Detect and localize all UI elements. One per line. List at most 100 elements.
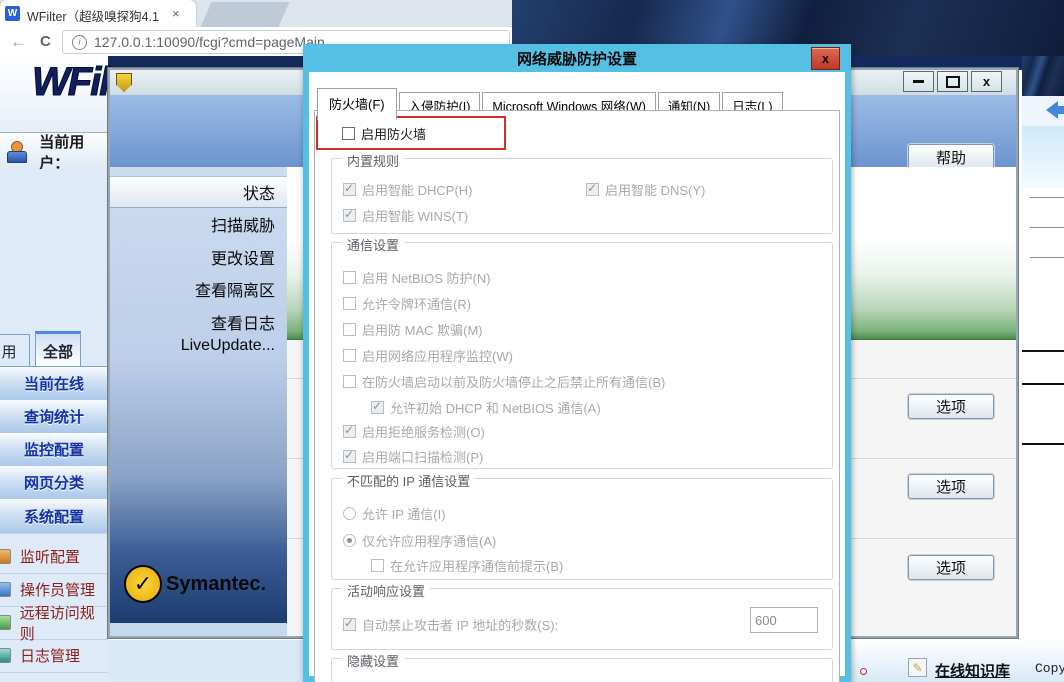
sidebar-item-listen-config[interactable]: 监听配置 [0, 540, 108, 574]
status-dot [860, 668, 867, 675]
sidebar-item-label: 查询统计 [24, 406, 84, 427]
network-app-monitor-checkbox[interactable] [343, 349, 356, 362]
sidebar-tab-all-label: 全部 [43, 341, 73, 362]
sep-menu-logs[interactable]: 查看日志 [110, 310, 287, 334]
maximize-icon [946, 76, 960, 88]
sidebar-item-system-config[interactable]: 系统配置 [0, 499, 108, 534]
sidebar-item-query-stats[interactable]: 查询统计 [0, 400, 108, 434]
browser-tab[interactable]: W WFilter（超级嗅探狗4.1 × [0, 0, 196, 27]
anti-mac-spoofing-checkbox[interactable] [343, 323, 356, 336]
sep-sidebar: 状态 扫描威胁 更改设置 查看隔离区 查看日志 LiveUpdate... ✓ … [110, 167, 287, 623]
reload-button-icon[interactable]: C [40, 33, 51, 50]
port-scan-detection-checkbox[interactable] [343, 450, 356, 463]
checkbox-label[interactable]: 允许初始 DHCP 和 NetBIOS 通信(A) [390, 398, 601, 417]
page-bottom-left [108, 640, 303, 682]
checkbox-label[interactable]: 启用端口扫描检测(P) [362, 447, 483, 466]
allow-initial-dhcp-netbios-checkbox[interactable] [371, 401, 384, 414]
allow-app-traffic-only-radio[interactable] [343, 534, 356, 547]
tab-title: WFilter（超级嗅探狗4.1 [27, 6, 165, 25]
checkbox-label[interactable]: 启用拒绝服务检测(O) [362, 422, 485, 441]
browser-tabstrip: W WFilter（超级嗅探狗4.1 × [0, 0, 512, 27]
tab-firewall[interactable]: 防火墙(F) [317, 88, 397, 120]
dos-detection-checkbox[interactable] [343, 425, 356, 438]
symantec-brand-text: Symantec. [166, 573, 266, 596]
help-button-label: 帮助 [936, 147, 966, 168]
auto-block-attacker-checkbox[interactable] [343, 618, 356, 631]
user-icon [5, 141, 25, 163]
options-button-3[interactable]: 选项 [908, 555, 994, 580]
checkbox-label[interactable]: 启用防 MAC 欺骗(M) [362, 320, 483, 339]
dialog-close-button[interactable]: x [811, 47, 840, 70]
enable-firewall-checkbox[interactable] [342, 127, 355, 140]
block-all-traffic-checkbox[interactable] [343, 375, 356, 388]
sidebar-item-monitor-config[interactable]: 监控配置 [0, 433, 108, 467]
back-button-icon[interactable]: ← [10, 32, 27, 52]
sep-menu-label: 查看隔离区 [195, 283, 275, 300]
tab-content-frame: 启用防火墙 内置规则 启用智能 DHCP(H) 启用智能 DNS(Y) [314, 110, 840, 682]
checkbox-label[interactable]: 启用智能 WINS(T) [362, 206, 468, 225]
radio-label[interactable]: 允许 IP 通信(I) [362, 504, 446, 523]
sidebar-tab-common[interactable]: 用 [0, 334, 30, 366]
checkbox-label[interactable]: 启用智能 DHCP(H) [362, 180, 473, 199]
inactive-tab-shape[interactable] [200, 2, 289, 27]
checkbox-label[interactable]: 在允许应用程序通信前提示(B) [390, 556, 563, 575]
options-button-2[interactable]: 选项 [908, 474, 994, 499]
radio-label[interactable]: 仅允许应用程序通信(A) [362, 531, 496, 550]
allow-ip-traffic-radio[interactable] [343, 507, 356, 520]
sidebar-item-label: 日志管理 [20, 645, 80, 666]
right-strip-table [1022, 188, 1064, 640]
dialog-titlebar[interactable]: 网络威胁防护设置 x [309, 44, 845, 72]
back-arrow-icon[interactable] [1046, 101, 1064, 119]
sidebar-item-online[interactable]: 当前在线 [0, 367, 108, 401]
listen-config-icon [0, 549, 11, 564]
enable-firewall-label[interactable]: 启用防火墙 [361, 124, 426, 143]
checkbox-label[interactable]: 允许令牌环通信(R) [362, 294, 471, 313]
group-label: 内置规则 [342, 151, 404, 170]
sep-menu-quarantine[interactable]: 查看隔离区 [110, 277, 287, 301]
minimize-button[interactable] [903, 71, 934, 92]
smart-dns-checkbox[interactable] [586, 183, 599, 196]
smart-dhcp-checkbox[interactable] [343, 183, 356, 196]
token-ring-checkbox[interactable] [343, 297, 356, 310]
close-icon: x [983, 74, 990, 89]
sidebar-item-label: 当前在线 [24, 373, 84, 394]
sidebar-item-label: 远程访问规则 [20, 602, 108, 644]
sep-menu-scan[interactable]: 扫描威胁 [110, 212, 287, 236]
sidebar-item-web-category[interactable]: 网页分类 [0, 466, 108, 500]
checkbox-label[interactable]: 自动禁止攻击者 IP 地址的秒数(S): [362, 615, 558, 634]
options-button-label: 选项 [936, 557, 966, 578]
sidebar-item-label: 监控配置 [24, 439, 84, 460]
checkbox-label[interactable]: 启用 NetBIOS 防护(N) [362, 268, 491, 287]
url-text[interactable]: 127.0.0.1:10090/fcgi?cmd=pageMain [94, 34, 325, 50]
group-label: 活动响应设置 [342, 581, 430, 600]
wfilter-logo: WFil [32, 60, 108, 105]
netbios-protection-checkbox[interactable] [343, 271, 356, 284]
options-button-label: 选项 [936, 476, 966, 497]
sep-menu-liveupdate[interactable]: LiveUpdate... [110, 337, 287, 355]
close-button[interactable]: x [971, 71, 1002, 92]
sidebar-tab-all[interactable]: 全部 [35, 331, 81, 366]
group-label: 隐藏设置 [342, 651, 404, 670]
smart-wins-checkbox[interactable] [343, 209, 356, 222]
dialog-close-icon: x [822, 51, 829, 66]
group-traffic-settings: 通信设置 启用 NetBIOS 防护(N) 允许令牌环通信(R) 启用防 MAC… [331, 242, 833, 469]
prompt-before-allow-checkbox[interactable] [371, 559, 384, 572]
maximize-button[interactable] [937, 71, 968, 92]
sidebar-item-log-mgmt[interactable]: 日志管理 [0, 639, 108, 673]
group-builtin-rules: 内置规则 启用智能 DHCP(H) 启用智能 DNS(Y) 启用智能 WINS(… [331, 158, 833, 234]
dialog-title: 网络威胁防护设置 [517, 48, 637, 69]
sep-menu-settings[interactable]: 更改设置 [110, 245, 287, 269]
checkbox-label[interactable]: 启用网络应用程序监控(W) [362, 346, 513, 365]
block-seconds-input[interactable] [750, 607, 818, 633]
info-icon[interactable]: i [72, 35, 87, 50]
tab-close-icon[interactable]: × [172, 7, 180, 20]
page-footer: ✎ 在线知识库 Copy [851, 640, 1064, 682]
checkbox-label[interactable]: 启用智能 DNS(Y) [605, 180, 705, 199]
knowledge-base-link[interactable]: 在线知识库 [935, 660, 1010, 681]
sep-menu-status[interactable]: 状态 [110, 176, 287, 208]
options-button-1[interactable]: 选项 [908, 394, 994, 419]
window-controls: x [903, 71, 1002, 92]
sidebar-item-remote-access-rules[interactable]: 远程访问规则 [0, 606, 108, 640]
group-active-response: 活动响应设置 自动禁止攻击者 IP 地址的秒数(S): [331, 588, 833, 650]
checkbox-label[interactable]: 在防火墙启动以前及防火墙停止之后禁止所有通信(B) [362, 372, 665, 391]
